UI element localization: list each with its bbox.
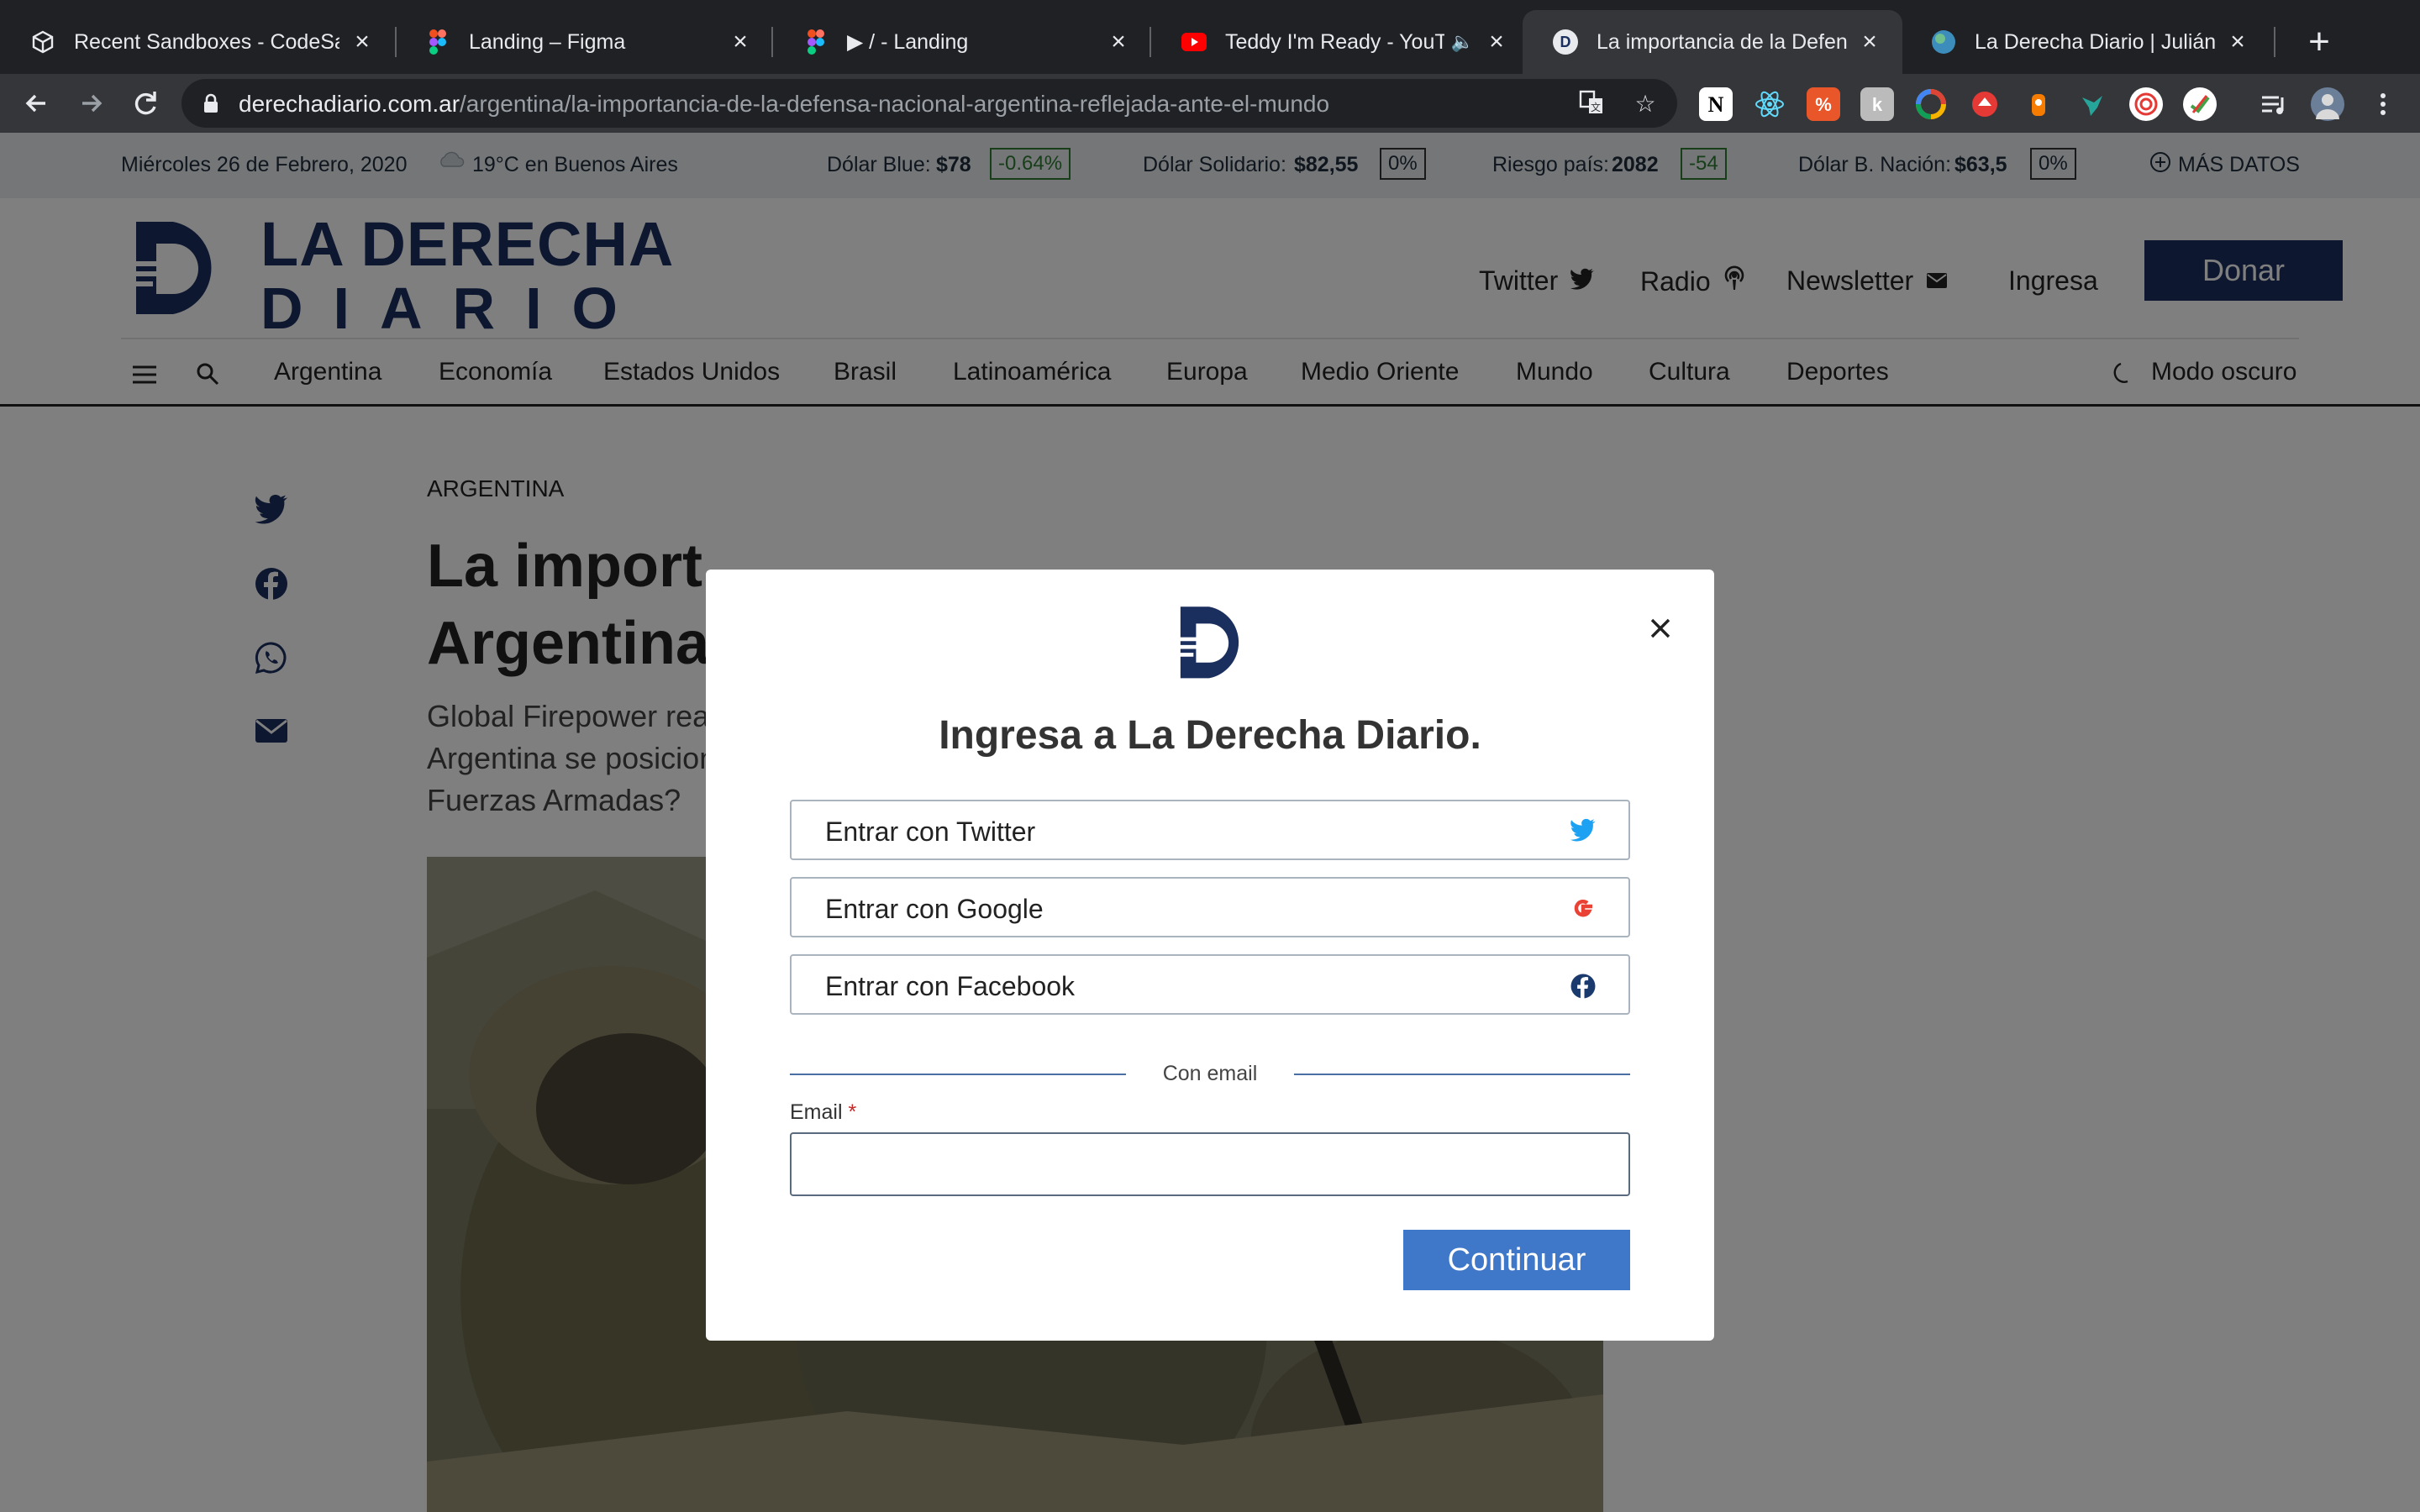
tab-title: ▶︎ / - Landing — [847, 30, 969, 54]
browser-tab-derecha-author[interactable]: La Derecha Diario | Julián Ben × — [1901, 10, 2270, 74]
react-devtools-icon[interactable] — [1753, 87, 1786, 121]
close-tab-icon[interactable]: × — [2225, 28, 2250, 56]
email-divider-label: Con email — [1162, 1062, 1258, 1085]
browser-toolbar: derechadiario.com.ar/argentina/la-import… — [0, 74, 2420, 133]
youtube-icon — [1181, 29, 1207, 55]
new-tab-button[interactable]: + — [2296, 18, 2343, 66]
twitter-login-label: Entrar con Twitter — [825, 816, 1036, 847]
url-text: derechadiario.com.ar/argentina/la-import… — [239, 91, 1329, 118]
close-tab-icon[interactable]: × — [1106, 28, 1131, 56]
facebook-icon — [1570, 973, 1597, 1000]
figma-icon — [803, 29, 829, 55]
email-label-text: Email — [790, 1100, 843, 1124]
color-picker-extension-icon[interactable] — [1914, 87, 1948, 121]
divider-line-left — [790, 1074, 1126, 1075]
login-modal: Ingresa a La Derecha Diario. Entrar con … — [706, 570, 1714, 1341]
url-path: /argentina/la-importancia-de-la-defensa-… — [460, 91, 1330, 117]
media-queue-icon[interactable] — [2257, 87, 2291, 121]
google-login-button[interactable]: Entrar con Google — [790, 877, 1630, 937]
tab-title: Recent Sandboxes - CodeSandbox — [74, 29, 339, 54]
browser-tab-active-article[interactable]: D La importancia de la Defensa × — [1523, 10, 1902, 74]
svg-text:D: D — [1560, 34, 1571, 50]
tab-title: La Derecha Diario | Julián Ben — [1975, 29, 2215, 54]
close-tab-icon[interactable]: × — [1484, 28, 1509, 56]
close-icon[interactable] — [1644, 612, 1677, 645]
browser-tab-youtube[interactable]: Teddy I'm Ready - YouTube 🔈 × — [1151, 10, 1529, 74]
divider-line-right — [1294, 1074, 1630, 1075]
browser-tab-figma-prototype[interactable]: ▶︎ / - Landing × — [773, 10, 1151, 74]
google-icon — [1570, 895, 1597, 922]
green-bird-extension-icon[interactable] — [2075, 87, 2109, 121]
speaker-icon[interactable]: 🔈 — [1451, 31, 1474, 53]
modal-title: Ingresa a La Derecha Diario. — [939, 713, 1481, 758]
close-tab-icon[interactable]: × — [1857, 28, 1882, 56]
close-tab-icon[interactable]: × — [350, 28, 375, 56]
email-field-label: Email * — [790, 1100, 856, 1125]
svg-text:N: N — [1708, 92, 1724, 117]
spiral-extension-icon[interactable] — [2129, 87, 2163, 121]
notion-extension-icon[interactable]: N — [1699, 87, 1733, 121]
continue-button[interactable]: Continuar — [1403, 1230, 1630, 1290]
checkmark-extension-icon[interactable] — [2183, 87, 2217, 121]
facebook-login-button[interactable]: Entrar con Facebook — [790, 954, 1630, 1015]
tab-title: Landing – Figma — [469, 29, 626, 54]
globe-icon — [1931, 29, 1956, 55]
close-tab-icon[interactable]: × — [728, 28, 753, 56]
browser-menu-icon[interactable] — [2366, 87, 2400, 121]
back-arrow-icon[interactable] — [17, 84, 55, 123]
tab-separator — [2274, 27, 2275, 57]
email-field[interactable] — [790, 1132, 1630, 1196]
grey-extension-icon[interactable]: k — [1860, 87, 1894, 121]
svg-text:%: % — [1815, 94, 1832, 115]
profile-avatar[interactable] — [2311, 87, 2344, 121]
tab-title: La importancia de la Defensa — [1597, 29, 1847, 54]
reload-icon[interactable] — [126, 84, 165, 123]
translate-icon[interactable]: 文 — [1576, 89, 1607, 119]
facebook-login-label: Entrar con Facebook — [825, 971, 1076, 1001]
forward-arrow-icon[interactable] — [72, 84, 111, 123]
percent-extension-icon[interactable]: % — [1807, 87, 1840, 121]
browser-tab-codesandbox[interactable]: Recent Sandboxes - CodeSandbox × — [0, 10, 395, 74]
required-mark: * — [848, 1100, 857, 1124]
browser-tab-strip: Recent Sandboxes - CodeSandbox × Landing… — [0, 0, 2420, 84]
red-extension-icon[interactable] — [1968, 87, 2002, 121]
figma-icon — [425, 29, 450, 55]
google-login-label: Entrar con Google — [825, 894, 1044, 924]
twitter-login-button[interactable]: Entrar con Twitter — [790, 800, 1630, 860]
orange-extension-icon[interactable] — [2022, 87, 2055, 121]
svg-text:文: 文 — [1591, 101, 1601, 113]
bookmark-star-icon[interactable]: ☆ — [1630, 89, 1660, 119]
brand-logo-mark — [1171, 601, 1252, 682]
lock-icon[interactable] — [200, 92, 222, 114]
derecha-diario-icon: D — [1553, 29, 1578, 55]
tab-title: Teddy I'm Ready - YouTube — [1225, 29, 1444, 54]
address-bar[interactable]: derechadiario.com.ar/argentina/la-import… — [182, 79, 1677, 128]
url-host: derechadiario.com.ar — [239, 91, 460, 117]
svg-text:k: k — [1872, 94, 1883, 115]
browser-tab-figma-landing[interactable]: Landing – Figma × — [395, 10, 773, 74]
web-page: Miércoles 26 de Febrero, 2020 19°C en Bu… — [0, 133, 2420, 1512]
twitter-icon — [1570, 818, 1597, 845]
codesandbox-icon — [30, 29, 55, 55]
